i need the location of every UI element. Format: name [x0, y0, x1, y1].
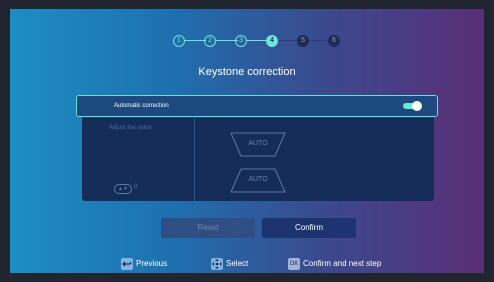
automatic-correction-row[interactable]: Automatic correction	[76, 95, 438, 117]
hint-previous: Previous	[121, 257, 167, 271]
hint-select: Select	[211, 257, 248, 271]
step-1: 1	[173, 35, 185, 47]
step-4: 4	[266, 35, 278, 47]
step-3: 3	[235, 35, 247, 47]
projector-screen: 1 2 3 4 5 6 Keystone correction Automati…	[10, 9, 484, 273]
automatic-correction-toggle[interactable]	[403, 101, 422, 111]
automatic-correction-label: Automatic correction	[114, 103, 169, 109]
panel-divider	[194, 118, 195, 201]
reset-button[interactable]: Reset	[161, 218, 255, 238]
adjust-value-label: Adjust the value	[109, 125, 152, 131]
preview-top-label: AUTO	[248, 140, 268, 147]
preview-bottom-label: AUTO	[248, 176, 268, 183]
step-2: 2	[204, 35, 216, 47]
back-arrow-icon	[121, 258, 133, 270]
hint-previous-label: Previous	[136, 259, 168, 268]
ok-icon: OK	[288, 258, 300, 270]
keystone-preview: AUTO AUTO	[228, 132, 288, 199]
hint-select-label: Select	[226, 259, 249, 268]
toggle-knob	[412, 101, 422, 111]
hint-confirm-next-label: Confirm and next step	[303, 259, 382, 268]
up-down-arrows-icon: ▲▼	[114, 184, 132, 194]
step-6: 6	[328, 35, 340, 47]
page-title: Keystone correction	[198, 66, 296, 78]
adjust-value: 0	[134, 184, 138, 190]
dpad-icon	[211, 258, 223, 270]
confirm-button[interactable]: Confirm	[262, 218, 356, 238]
step-connector	[184, 40, 206, 41]
step-indicator: 1 2 3 4 5 6	[10, 35, 484, 47]
hint-confirm-next: OK Confirm and next step	[288, 257, 381, 271]
step-5: 5	[297, 35, 309, 47]
